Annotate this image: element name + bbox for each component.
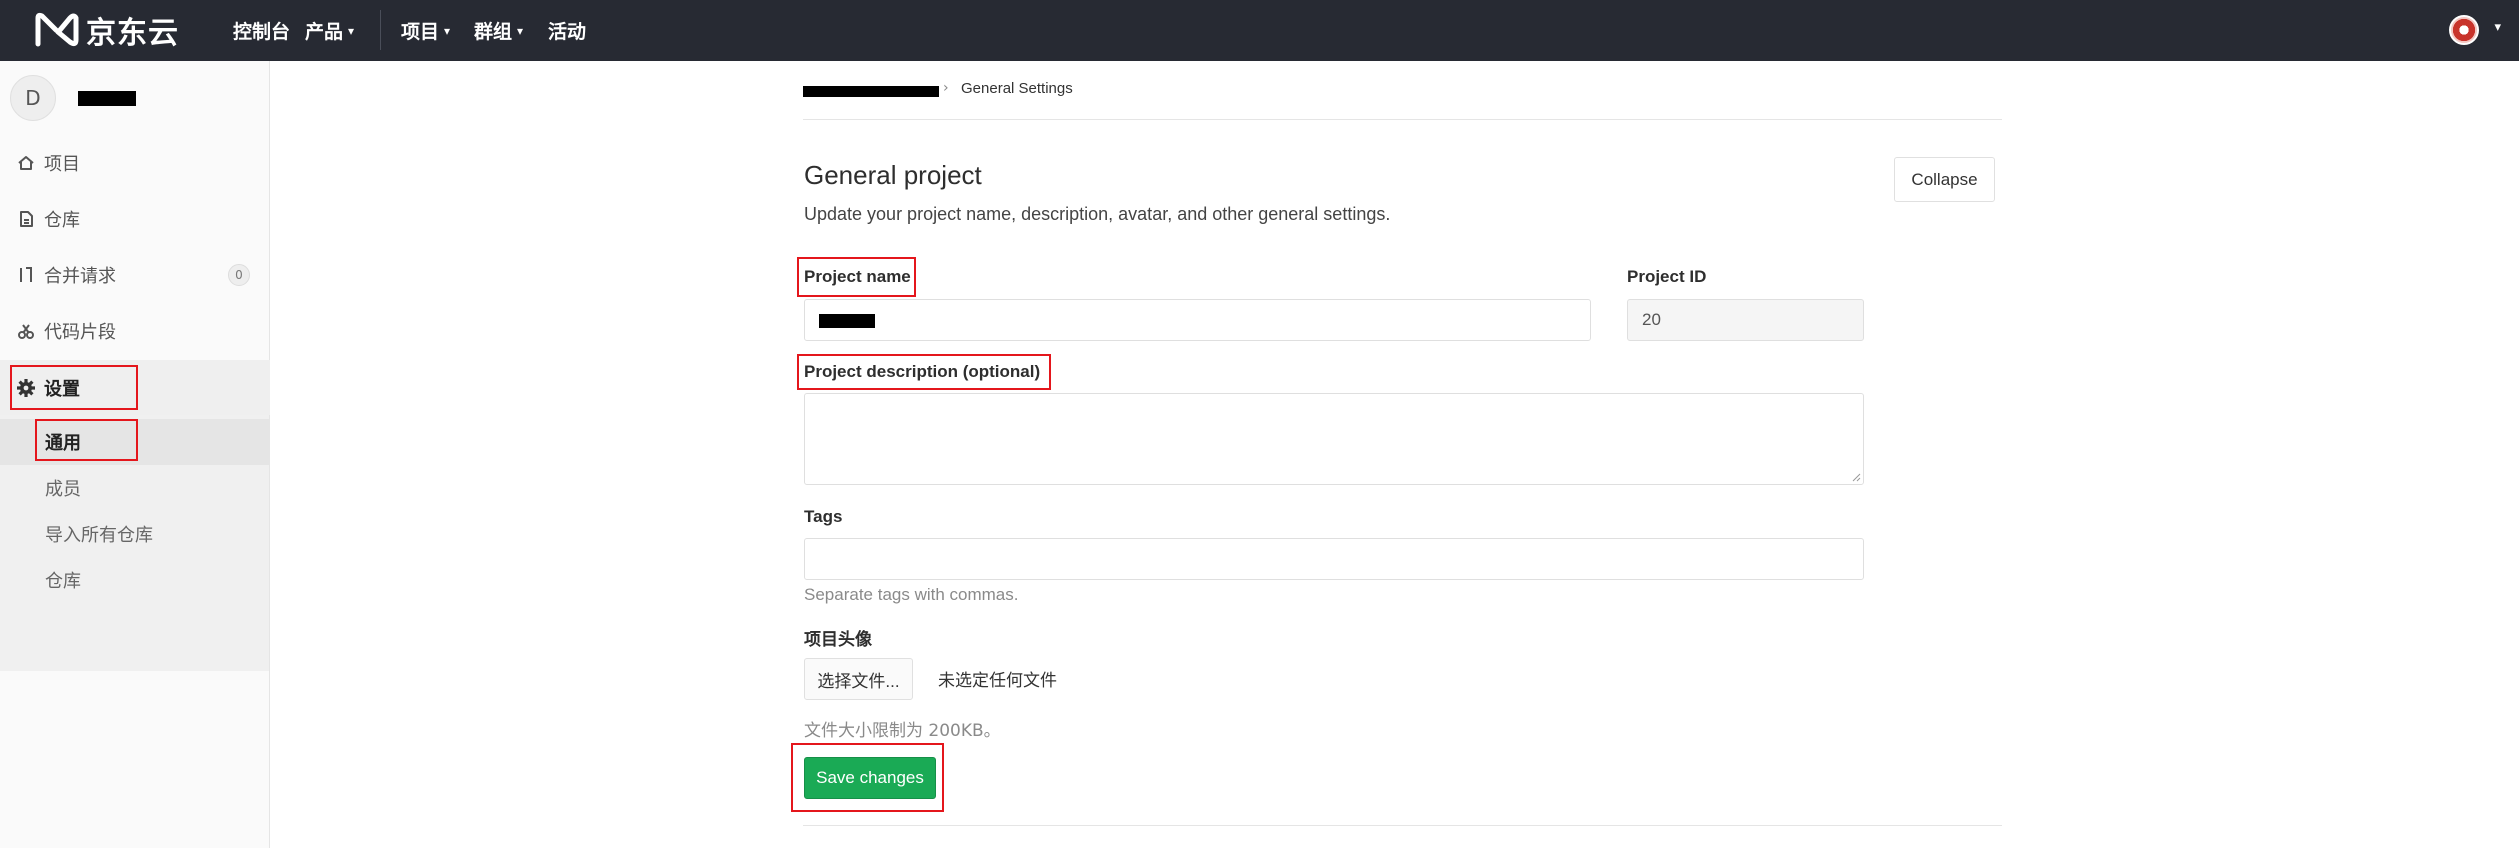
file-size-help-text: 文件大小限制为 200KB。 — [804, 721, 1001, 741]
chevron-down-icon[interactable]: ▾ — [2494, 20, 2501, 35]
jdcloud-logo[interactable]: 京东云 — [34, 8, 179, 52]
sidebar-item-snippets[interactable]: 代码片段 — [0, 303, 270, 359]
top-navbar: 京东云 控制台 产品 ▾ 项目 ▾ 群组 ▾ 活动 ▾ — [0, 0, 2519, 61]
nav-groups[interactable]: 群组 ▾ — [474, 0, 523, 61]
collapse-button[interactable]: Collapse — [1894, 157, 1995, 202]
resize-grip-icon[interactable] — [1851, 472, 1861, 482]
nav-console-label: 控制台 — [233, 21, 291, 43]
sidebar-subitem-members[interactable]: 成员 — [0, 465, 269, 511]
chevron-down-icon: ▾ — [444, 23, 451, 38]
tags-input[interactable] — [804, 538, 1864, 580]
merge-request-count-badge: 0 — [228, 264, 250, 286]
nav-projects[interactable]: 项目 ▾ — [401, 0, 450, 61]
section-description: Update your project name, description, a… — [804, 204, 1391, 224]
project-id-label: Project ID — [1627, 267, 1707, 286]
merge-request-icon — [20, 267, 32, 282]
project-id-field[interactable]: 20 — [1627, 299, 1864, 341]
sidebar-item-label: 仓库 — [44, 210, 80, 231]
nav-console[interactable]: 控制台 — [233, 0, 290, 61]
nav-products[interactable]: 产品 ▾ — [305, 0, 354, 61]
logo-text: 京东云 — [86, 16, 179, 51]
nav-projects-label: 项目 — [401, 21, 440, 43]
annotation-general-box — [35, 419, 138, 461]
save-changes-button[interactable]: Save changes — [804, 757, 936, 799]
nav-activity-label: 活动 — [548, 21, 587, 43]
project-name-redacted — [78, 90, 136, 106]
project-description-textarea[interactable] — [804, 393, 1864, 485]
annotation-settings-box — [10, 365, 138, 410]
nav-activity[interactable]: 活动 — [548, 0, 586, 61]
project-description-label: Project description (optional) — [804, 362, 1041, 381]
project-initial: D — [25, 86, 41, 110]
project-name-value-redacted — [819, 314, 875, 328]
no-file-selected-text: 未选定任何文件 — [938, 671, 1057, 691]
nav-products-label: 产品 — [305, 21, 344, 43]
sidebar-item-label: 代码片段 — [44, 322, 116, 343]
sidebar-subitem-label: 仓库 — [45, 571, 81, 592]
tags-label: Tags — [804, 507, 843, 526]
project-id-value: 20 — [1642, 310, 1661, 329]
sidebar-item-label: 合并请求 — [44, 266, 116, 287]
section-divider — [803, 825, 2002, 826]
chevron-down-icon: ▾ — [348, 23, 355, 38]
user-avatar[interactable] — [2449, 15, 2479, 45]
sidebar-subitem-label: 成员 — [45, 479, 81, 500]
home-icon — [18, 156, 34, 170]
nav-groups-label: 群组 — [474, 21, 513, 43]
tags-help-text: Separate tags with commas. — [804, 585, 1019, 604]
sidebar-subitem-label: 导入所有仓库 — [45, 525, 153, 546]
sidebar-item-repository[interactable]: 仓库 — [0, 191, 270, 247]
project-avatar: D — [10, 75, 56, 121]
breadcrumb-current[interactable]: General Settings — [961, 80, 1073, 97]
scissors-icon — [18, 324, 34, 339]
sidebar-item-label: 项目 — [44, 154, 80, 175]
nav-divider — [380, 10, 381, 50]
chevron-down-icon: ▾ — [517, 23, 524, 38]
jdcloud-logo-icon — [35, 12, 79, 47]
file-icon — [20, 211, 33, 227]
choose-file-button[interactable]: 选择文件... — [804, 658, 913, 700]
sidebar-item-project[interactable]: 项目 — [0, 135, 270, 191]
breadcrumb-separator: › — [943, 80, 949, 96]
breadcrumb-divider — [803, 119, 2002, 120]
project-name-label: Project name — [804, 267, 911, 286]
sidebar-subitem-import-repositories[interactable]: 导入所有仓库 — [0, 511, 269, 557]
project-avatar-label: 项目头像 — [804, 630, 872, 650]
section-title: General project — [804, 160, 982, 190]
breadcrumb-redacted[interactable] — [803, 86, 939, 97]
project-name-input[interactable] — [804, 299, 1591, 341]
sidebar-item-merge-requests[interactable]: 合并请求 0 — [0, 247, 270, 303]
project-header[interactable]: D — [10, 73, 136, 123]
sidebar-subitem-repository[interactable]: 仓库 — [0, 557, 269, 603]
